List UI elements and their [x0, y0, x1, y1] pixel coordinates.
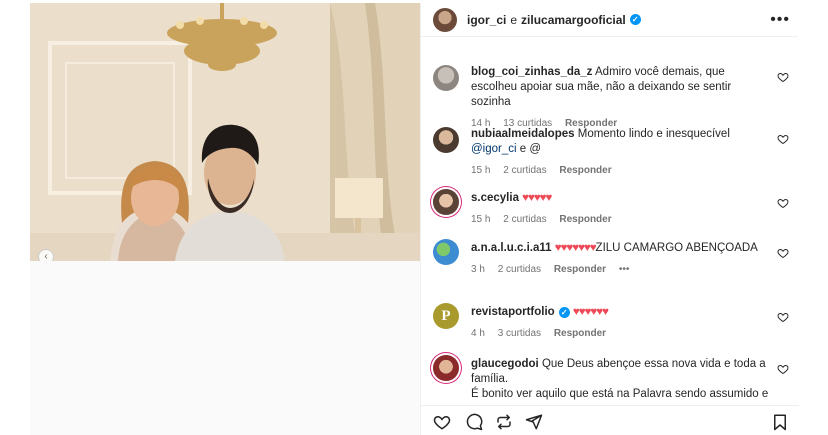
share-icon[interactable] [525, 413, 543, 431]
like-icon[interactable] [433, 413, 451, 431]
like-icon[interactable] [777, 133, 789, 145]
comment-meta: 15 h 2 curtidas Responder [471, 212, 769, 227]
comments-list: blog_coi_zinhas_da_z Admiro você demais,… [421, 57, 799, 405]
avatar[interactable] [433, 127, 459, 153]
repost-icon[interactable] [495, 413, 513, 431]
comment-content: blog_coi_zinhas_da_z Admiro você demais,… [471, 65, 769, 131]
instagram-post-view: ‹ igor_ci e zilucamargooficial ✓ ••• blo… [0, 0, 828, 435]
comment-meta: 3 h 2 curtidas Responder ••• [471, 262, 769, 277]
comment-hearts: ♥♥♥♥♥♥ [572, 306, 609, 318]
post-actions-bar [421, 405, 799, 435]
comment-hearts: ♥♥♥♥♥♥♥ [554, 242, 597, 254]
comment-likes[interactable]: 2 curtidas [503, 165, 546, 176]
photo-illustration [30, 3, 420, 261]
avatar[interactable] [433, 355, 459, 381]
like-icon[interactable] [777, 197, 789, 209]
media-panel: ‹ [30, 3, 420, 435]
comment-username[interactable]: blog_coi_zinhas_da_z [471, 66, 592, 78]
comment-username[interactable]: revistaportfolio [471, 306, 555, 318]
comment-content: glaucegodoi Que Deus abençoe essa nova v… [471, 357, 769, 402]
comment-hearts: ♥♥♥♥♥ [522, 192, 552, 204]
like-icon[interactable] [777, 71, 789, 83]
comment-content: a.n.a.l.u.c.i.a11 ♥♥♥♥♥♥♥ZILU CAMARGO AB… [471, 241, 769, 277]
like-icon[interactable] [777, 311, 789, 323]
post-header: igor_ci e zilucamargooficial ✓ ••• [421, 3, 798, 37]
comment-time[interactable]: 15 h [471, 165, 490, 176]
comment-likes[interactable]: 2 curtidas [498, 264, 541, 275]
save-icon[interactable] [771, 413, 789, 431]
comment-text: ZILU CAMARGO ABENÇOADA [595, 242, 758, 254]
comment-likes[interactable]: 2 curtidas [503, 214, 546, 225]
comment-time[interactable]: 3 h [471, 264, 485, 275]
more-options-icon[interactable]: ••• [770, 11, 790, 29]
comment-content: s.cecylia ♥♥♥♥♥ 15 h 2 curtidas Responde… [471, 191, 769, 227]
comment-username[interactable]: nubiaalmeidalopes [471, 128, 575, 140]
comment-text: Momento lindo e inesquecível [577, 128, 730, 140]
post-authors: igor_ci e zilucamargooficial ✓ [467, 13, 641, 27]
comment-mention[interactable]: @igor_ci [471, 143, 517, 155]
carousel-nav-icon[interactable]: ‹ [38, 249, 54, 261]
reply-button[interactable]: Responder [559, 165, 611, 176]
comment-username[interactable]: glaucegodoi [471, 358, 539, 370]
comment-username[interactable]: a.n.a.l.u.c.i.a11 [471, 242, 552, 254]
verified-icon: ✓ [558, 307, 570, 318]
coauthor-username[interactable]: zilucamargooficial [521, 13, 626, 27]
avatar[interactable] [433, 7, 457, 32]
post-details-panel: igor_ci e zilucamargooficial ✓ ••• blog_… [420, 3, 799, 435]
avatar[interactable]: P [433, 303, 459, 329]
avatar[interactable] [433, 65, 459, 91]
comment-likes[interactable]: 3 curtidas [498, 328, 541, 339]
comment-icon[interactable] [465, 413, 483, 431]
avatar[interactable] [433, 189, 459, 215]
comment-username[interactable]: s.cecylia [471, 192, 519, 204]
comment-meta: 4 h 3 curtidas Responder [471, 326, 769, 341]
like-icon[interactable] [777, 363, 789, 375]
comment-content: nubiaalmeidalopes Momento lindo e inesqu… [471, 127, 769, 178]
comment-content: revistaportfolio ✓ ♥♥♥♥♥♥ 4 h 3 curtidas … [471, 305, 769, 341]
comment-time[interactable]: 4 h [471, 328, 485, 339]
author-joiner: e [510, 12, 518, 27]
comment-more-icon[interactable]: ••• [619, 264, 630, 275]
reply-button[interactable]: Responder [559, 214, 611, 225]
comment-time[interactable]: 15 h [471, 214, 490, 225]
reply-button[interactable]: Responder [554, 264, 606, 275]
reply-button[interactable]: Responder [554, 328, 606, 339]
comment-text-after: e @ [519, 143, 542, 155]
verified-icon: ✓ [629, 14, 641, 25]
avatar[interactable] [433, 239, 459, 265]
post-photo[interactable]: ‹ [30, 3, 420, 261]
comment-text-continued: É bonito ver aquilo que está na Palavra … [471, 388, 769, 400]
like-icon[interactable] [777, 247, 789, 259]
author-username[interactable]: igor_ci [467, 13, 506, 27]
comment-meta: 15 h 2 curtidas Responder [471, 163, 769, 178]
